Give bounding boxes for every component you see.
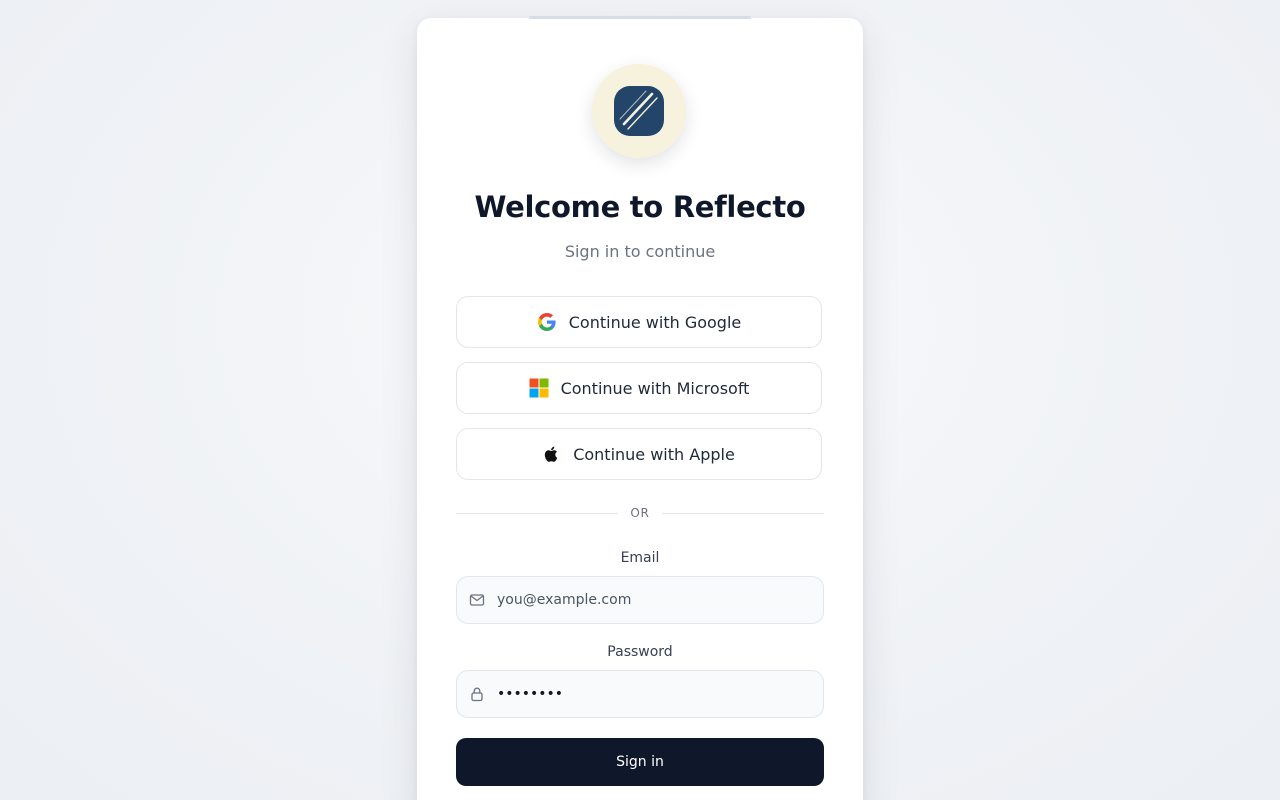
divider-line-left	[456, 512, 619, 514]
password-input[interactable]	[497, 686, 797, 702]
email-input[interactable]	[497, 592, 797, 608]
email-field[interactable]	[456, 576, 824, 624]
divider-text: OR	[630, 506, 650, 520]
login-card: Welcome to Reflecto Sign in to continue …	[417, 16, 863, 800]
continue-with-microsoft-button[interactable]: Continue with Microsoft	[456, 362, 822, 414]
microsoft-button-label: Continue with Microsoft	[560, 378, 750, 398]
page-title: Welcome to Reflecto	[474, 190, 806, 224]
apple-button-label: Continue with Apple	[573, 444, 735, 464]
password-field[interactable]	[456, 670, 824, 718]
page-subtitle: Sign in to continue	[564, 242, 716, 261]
card-top-strip	[529, 16, 751, 19]
password-label: Password	[607, 644, 673, 660]
email-label: Email	[620, 550, 660, 566]
continue-with-apple-button[interactable]: Continue with Apple	[456, 428, 822, 480]
continue-with-google-button[interactable]: Continue with Google	[456, 296, 822, 348]
sign-in-button[interactable]: Sign in	[456, 738, 824, 786]
google-button-label: Continue with Google	[568, 312, 742, 332]
microsoft-icon	[529, 378, 549, 398]
divider-line-right	[661, 512, 825, 514]
lock-icon	[457, 686, 497, 702]
reflecto-logo-icon	[614, 86, 664, 136]
app-logo	[592, 64, 686, 158]
apple-icon	[543, 445, 561, 463]
or-divider: OR	[456, 504, 825, 522]
mail-icon	[457, 592, 497, 608]
google-icon	[537, 312, 557, 332]
